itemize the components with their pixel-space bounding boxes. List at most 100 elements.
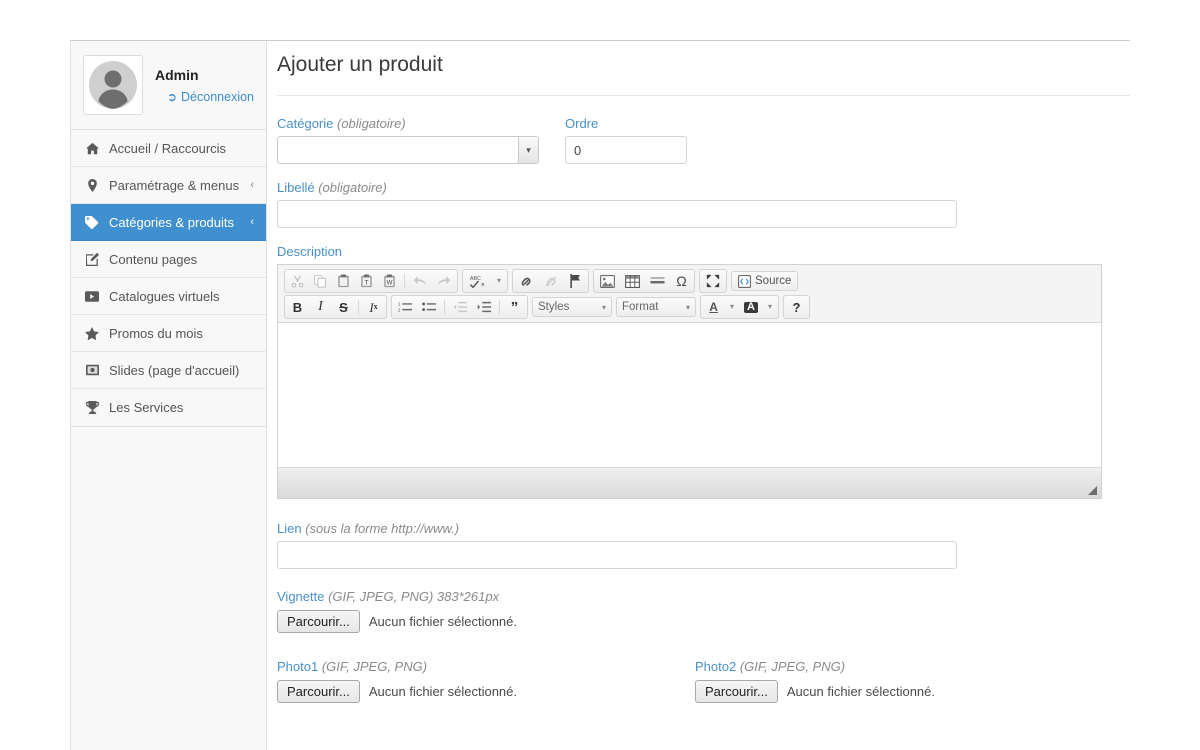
svg-text:T: T	[365, 280, 369, 287]
sidebar-item-label: Promos du mois	[109, 325, 203, 341]
user-name: Admin	[155, 66, 199, 83]
text-color-icon[interactable]: A	[703, 297, 724, 317]
numbered-list-icon[interactable]: 12	[394, 297, 416, 317]
sidebar-item-label: Contenu pages	[109, 251, 198, 267]
libelle-field-group: Libellé (obligatoire)	[277, 180, 1130, 228]
ordre-label-text: Ordre	[565, 116, 599, 131]
photo1-field-group: Photo1 (GIF, JPEG, PNG) Parcourir... Auc…	[277, 659, 691, 703]
photo1-label-hint: (GIF, JPEG, PNG)	[321, 659, 428, 674]
libelle-input[interactable]	[277, 200, 957, 228]
sidebar-nav: Accueil / Raccourcis Paramétrage & menus…	[71, 130, 266, 426]
maximize-icon[interactable]	[702, 271, 724, 291]
edit-pencil-icon	[83, 252, 101, 266]
editor-content-area[interactable]	[278, 323, 1101, 468]
photo2-browse-button[interactable]: Parcourir...	[695, 680, 778, 703]
editor-resize-grip[interactable]	[1088, 486, 1097, 495]
strikethrough-icon[interactable]: S	[333, 297, 354, 317]
paragraph-group: 12 ”	[391, 295, 528, 319]
chevron-down-icon[interactable]: ▾	[518, 137, 538, 163]
bold-icon[interactable]: B	[287, 297, 308, 317]
vignette-browse-button[interactable]: Parcourir...	[277, 610, 360, 633]
logout-link[interactable]: ➲ Déconnexion	[153, 90, 254, 104]
vignette-file-status: Aucun fichier sélectionné.	[368, 614, 518, 629]
redo-icon[interactable]	[433, 271, 455, 291]
categorie-field-group: Catégorie (obligatoire) ▾	[277, 116, 539, 164]
user-avatar-icon	[87, 59, 139, 111]
map-marker-icon	[83, 178, 101, 192]
toolbar-separator	[404, 273, 405, 289]
categorie-label-hint: (obligatoire)	[337, 116, 406, 131]
lien-label-text: Lien	[277, 521, 302, 536]
horizontal-rule-icon[interactable]	[646, 271, 669, 291]
svg-text:W: W	[387, 280, 393, 287]
paste-as-plain-text-icon[interactable]: T	[356, 271, 377, 291]
format-dropdown[interactable]: Format ▾	[616, 297, 697, 317]
sidebar-item-promos-du-mois[interactable]: Promos du mois	[71, 315, 266, 352]
link-icon[interactable]	[515, 271, 538, 291]
sidebar-item-slides[interactable]: Slides (page d'accueil)	[71, 352, 266, 389]
styles-dropdown[interactable]: Styles ▾	[532, 297, 613, 317]
photo1-label: Photo1 (GIF, JPEG, PNG)	[277, 659, 691, 674]
photo2-label-hint: (GIF, JPEG, PNG)	[739, 659, 846, 674]
sidebar-item-categories-produits[interactable]: Catégories & produits ‹	[71, 204, 266, 241]
rich-text-editor: T W ABC ▾ Ω Source B I S I x 1 2 ” Style…	[277, 264, 1102, 499]
vignette-label-hint: (GIF, JPEG, PNG) 383*261px	[328, 589, 500, 604]
vignette-label-text: Vignette	[277, 589, 325, 604]
spellcheck-dropdown-arrow-icon[interactable]: ▾	[493, 271, 505, 291]
undo-icon[interactable]	[409, 271, 431, 291]
photo2-file-input[interactable]: Parcourir... Aucun fichier sélectionné.	[695, 680, 1109, 703]
clipboard-group: T W	[284, 269, 458, 293]
libelle-label: Libellé (obligatoire)	[277, 180, 1130, 195]
background-color-dropdown-arrow-icon[interactable]: ▾	[764, 297, 776, 317]
sidebar-item-label: Les Services	[109, 400, 184, 415]
categorie-select[interactable]	[277, 136, 539, 164]
sidebar-item-catalogues-virtuels[interactable]: Catalogues virtuels	[71, 278, 266, 315]
photo1-label-text: Photo1	[277, 659, 319, 674]
text-color-dropdown-arrow-icon[interactable]: ▾	[726, 297, 738, 317]
decrease-indent-icon[interactable]	[449, 297, 471, 317]
italic-icon[interactable]: I	[310, 297, 331, 317]
sidebar-item-parametrage-menus[interactable]: Paramétrage & menus ‹	[71, 167, 266, 204]
insert-table-icon[interactable]	[621, 271, 644, 291]
unlink-icon[interactable]	[540, 271, 563, 291]
ordre-input[interactable]	[565, 136, 687, 164]
photo1-browse-button[interactable]: Parcourir...	[277, 680, 360, 703]
lien-input[interactable]	[277, 541, 957, 569]
special-character-icon[interactable]: Ω	[671, 271, 692, 291]
increase-indent-icon[interactable]	[473, 297, 495, 317]
source-button[interactable]: Source	[731, 271, 799, 291]
paste-from-word-icon[interactable]: W	[379, 271, 400, 291]
source-code-icon	[738, 274, 752, 288]
copy-icon[interactable]	[310, 271, 331, 291]
spellcheck-group: ABC ▾	[462, 269, 509, 293]
sidebar: Admin ➲ Déconnexion Accueil / Raccourcis …	[70, 41, 267, 427]
photo2-label: Photo2 (GIF, JPEG, PNG)	[695, 659, 1109, 674]
ordre-label: Ordre	[565, 116, 687, 131]
photo1-file-input[interactable]: Parcourir... Aucun fichier sélectionné.	[277, 680, 691, 703]
cut-icon[interactable]	[287, 271, 308, 291]
bulleted-list-icon[interactable]	[418, 297, 440, 317]
insert-image-icon[interactable]	[596, 271, 619, 291]
categorie-select-wrapper[interactable]: ▾	[277, 136, 539, 164]
paste-icon[interactable]	[333, 271, 354, 291]
logout-label: Déconnexion	[181, 90, 254, 105]
page-title: Ajouter un produit	[277, 53, 1130, 96]
editor-toolbar-row-2: B I S Ix 12 ” Styles ▾ Format ▾ A ▾ A ▾ …	[282, 294, 1097, 320]
photo2-field-group: Photo2 (GIF, JPEG, PNG) Parcourir... Auc…	[695, 659, 1109, 703]
avatar	[83, 55, 143, 115]
source-button-label: Source	[755, 275, 792, 287]
about-group: ?	[783, 295, 811, 319]
sidebar-item-contenu-pages[interactable]: Contenu pages	[71, 241, 266, 278]
home-icon	[83, 142, 101, 155]
photo2-label-text: Photo2	[695, 659, 737, 674]
help-icon[interactable]: ?	[786, 297, 807, 317]
spellcheck-icon[interactable]: ABC	[465, 271, 491, 291]
chevron-left-icon: ‹	[250, 179, 254, 191]
anchor-flag-icon[interactable]	[565, 271, 586, 291]
vignette-file-input[interactable]: Parcourir... Aucun fichier sélectionné.	[277, 610, 1130, 633]
sidebar-item-accueil-raccourcis[interactable]: Accueil / Raccourcis	[71, 130, 266, 167]
sidebar-item-les-services[interactable]: Les Services	[71, 389, 266, 426]
remove-format-icon[interactable]: Ix	[363, 297, 384, 317]
background-color-icon[interactable]: A	[740, 297, 762, 317]
blockquote-icon[interactable]: ”	[504, 297, 525, 317]
